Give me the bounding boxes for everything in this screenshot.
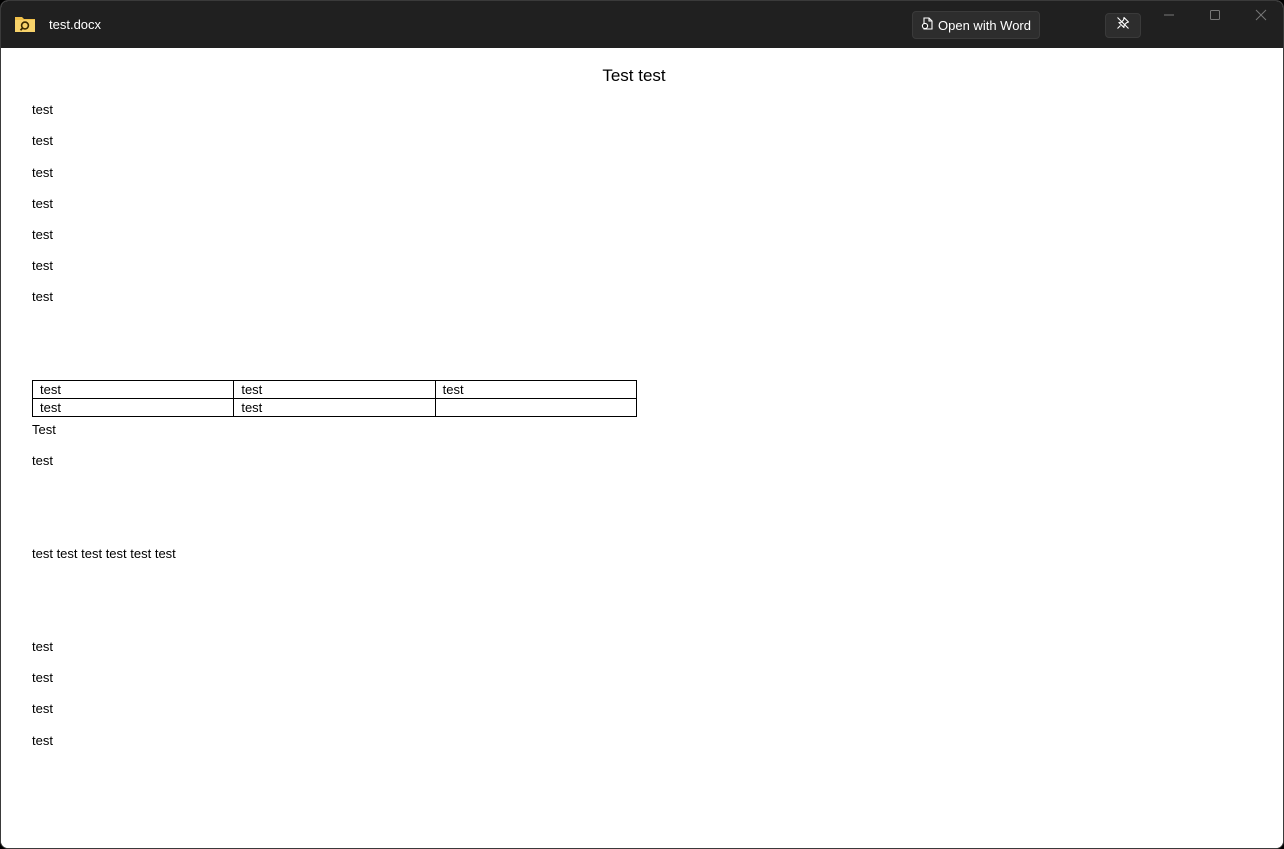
open-with-word-label: Open with Word <box>938 17 1031 33</box>
close-button[interactable] <box>1251 7 1271 27</box>
paragraph: test <box>32 701 53 716</box>
minimize-button[interactable] <box>1159 7 1179 27</box>
paragraph: test <box>32 289 53 304</box>
table-row: test test <box>31 398 638 417</box>
paragraph: test <box>32 227 53 242</box>
document-preview[interactable]: Test test test test test test test test … <box>1 48 1283 848</box>
paragraph: test <box>32 102 53 117</box>
unpin-button[interactable] <box>1105 13 1141 38</box>
maximize-icon <box>1209 8 1221 26</box>
minimize-icon <box>1163 8 1175 26</box>
table-row: test test test <box>31 380 638 399</box>
table-cell <box>434 398 638 417</box>
unpin-icon <box>1116 16 1130 35</box>
paragraph: test <box>32 133 53 148</box>
maximize-button[interactable] <box>1205 7 1225 27</box>
table-cell: test <box>31 398 235 417</box>
paragraph: test <box>32 258 53 273</box>
quick-look-window: test.docx Open with Word Test test test … <box>0 0 1284 849</box>
paragraph: test <box>32 453 53 468</box>
window-title: test.docx <box>49 17 102 32</box>
table-cell: test <box>434 380 638 399</box>
paragraph: Test <box>32 422 56 437</box>
paragraph: test test test test test test <box>32 546 176 561</box>
paragraph: test <box>32 196 53 211</box>
table-cell: test <box>233 398 436 417</box>
document-title: Test test <box>602 66 666 85</box>
word-document-icon <box>921 17 934 33</box>
table-cell: test <box>233 380 436 399</box>
paragraph: test <box>32 165 53 180</box>
paragraph: test <box>32 670 53 685</box>
table-cell: test <box>31 380 235 399</box>
open-with-word-button[interactable]: Open with Word <box>912 11 1040 39</box>
paragraph: test <box>32 733 53 748</box>
folder-search-icon <box>14 14 36 34</box>
close-icon <box>1255 8 1267 26</box>
paragraph: test <box>32 639 53 654</box>
document-table: test test test test test <box>31 380 638 417</box>
title-bar[interactable]: test.docx Open with Word <box>1 1 1283 48</box>
